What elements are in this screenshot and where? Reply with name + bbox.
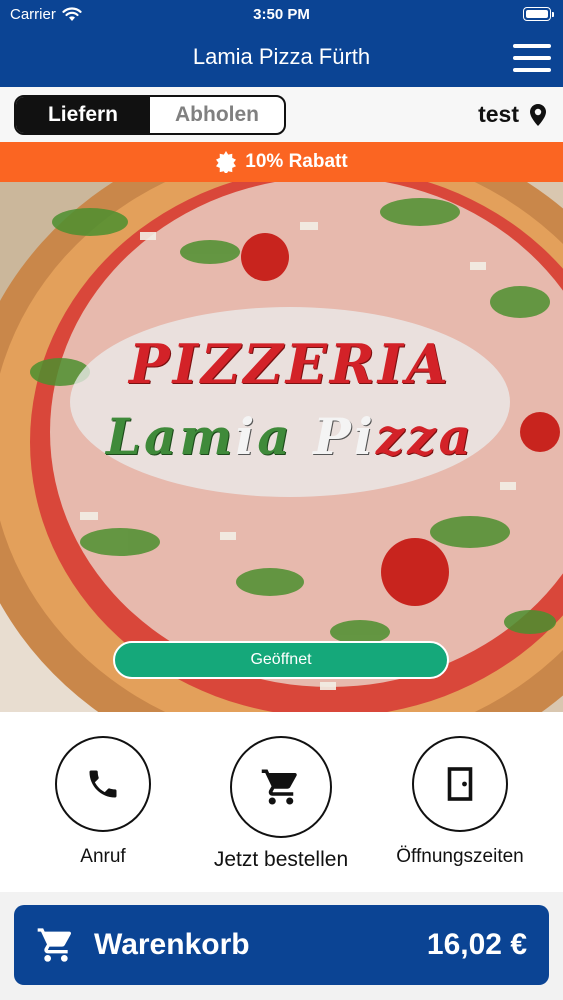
status-bar: Carrier 3:50 PM xyxy=(0,0,563,30)
nav-bar: Lamia Pizza Fürth xyxy=(0,30,563,87)
location-pin-icon xyxy=(530,103,546,126)
open-status-badge[interactable]: Geöffnet xyxy=(113,641,449,679)
cart-button[interactable]: Warenkorb 16,02 € xyxy=(14,905,549,985)
battery-icon xyxy=(523,7,554,21)
tab-liefern[interactable]: Liefern xyxy=(16,97,150,133)
clock: 3:50 PM xyxy=(253,6,310,23)
call-button-circle xyxy=(55,736,151,832)
call-button-label: Anruf xyxy=(80,846,126,867)
order-now-label: Jetzt bestellen xyxy=(213,848,349,871)
hero-image: PIZZERIA Lamia Pizza Geöffnet xyxy=(0,182,563,712)
location-label: test xyxy=(478,101,519,127)
call-button[interactable]: Anruf xyxy=(18,736,188,868)
hamburger-menu-icon[interactable] xyxy=(513,44,551,72)
order-now-button[interactable]: Jetzt bestellen xyxy=(196,736,366,872)
delivery-mode-toggle: Liefern Abholen xyxy=(14,95,286,135)
phone-icon xyxy=(89,770,117,798)
location-selector[interactable]: test xyxy=(478,101,547,128)
logo-subtitle: Lamia Pizza xyxy=(105,407,475,466)
cart-total: 16,02 € xyxy=(426,928,527,961)
door-icon xyxy=(447,767,473,801)
discount-badge-icon xyxy=(216,151,237,173)
tab-abholen[interactable]: Abholen xyxy=(150,97,284,133)
opening-hours-label: Öffnungszeiten xyxy=(396,846,524,867)
opening-hours-button[interactable]: Öffnungszeiten xyxy=(375,736,545,868)
cart-icon xyxy=(37,928,71,962)
mode-bar: Liefern Abholen test xyxy=(0,87,563,142)
order-button-circle xyxy=(230,736,332,838)
cart-icon xyxy=(261,769,297,805)
logo-title: PIZZERIA xyxy=(129,332,451,396)
page-title: Lamia Pizza Fürth xyxy=(192,44,371,69)
discount-banner: 10% Rabatt xyxy=(0,142,563,182)
quick-actions: Anruf Jetzt bestellen Öffnungszeiten xyxy=(0,712,563,892)
discount-text: 10% Rabatt xyxy=(245,151,348,172)
cart-label: Warenkorb xyxy=(94,928,250,961)
opening-hours-circle xyxy=(412,736,508,832)
